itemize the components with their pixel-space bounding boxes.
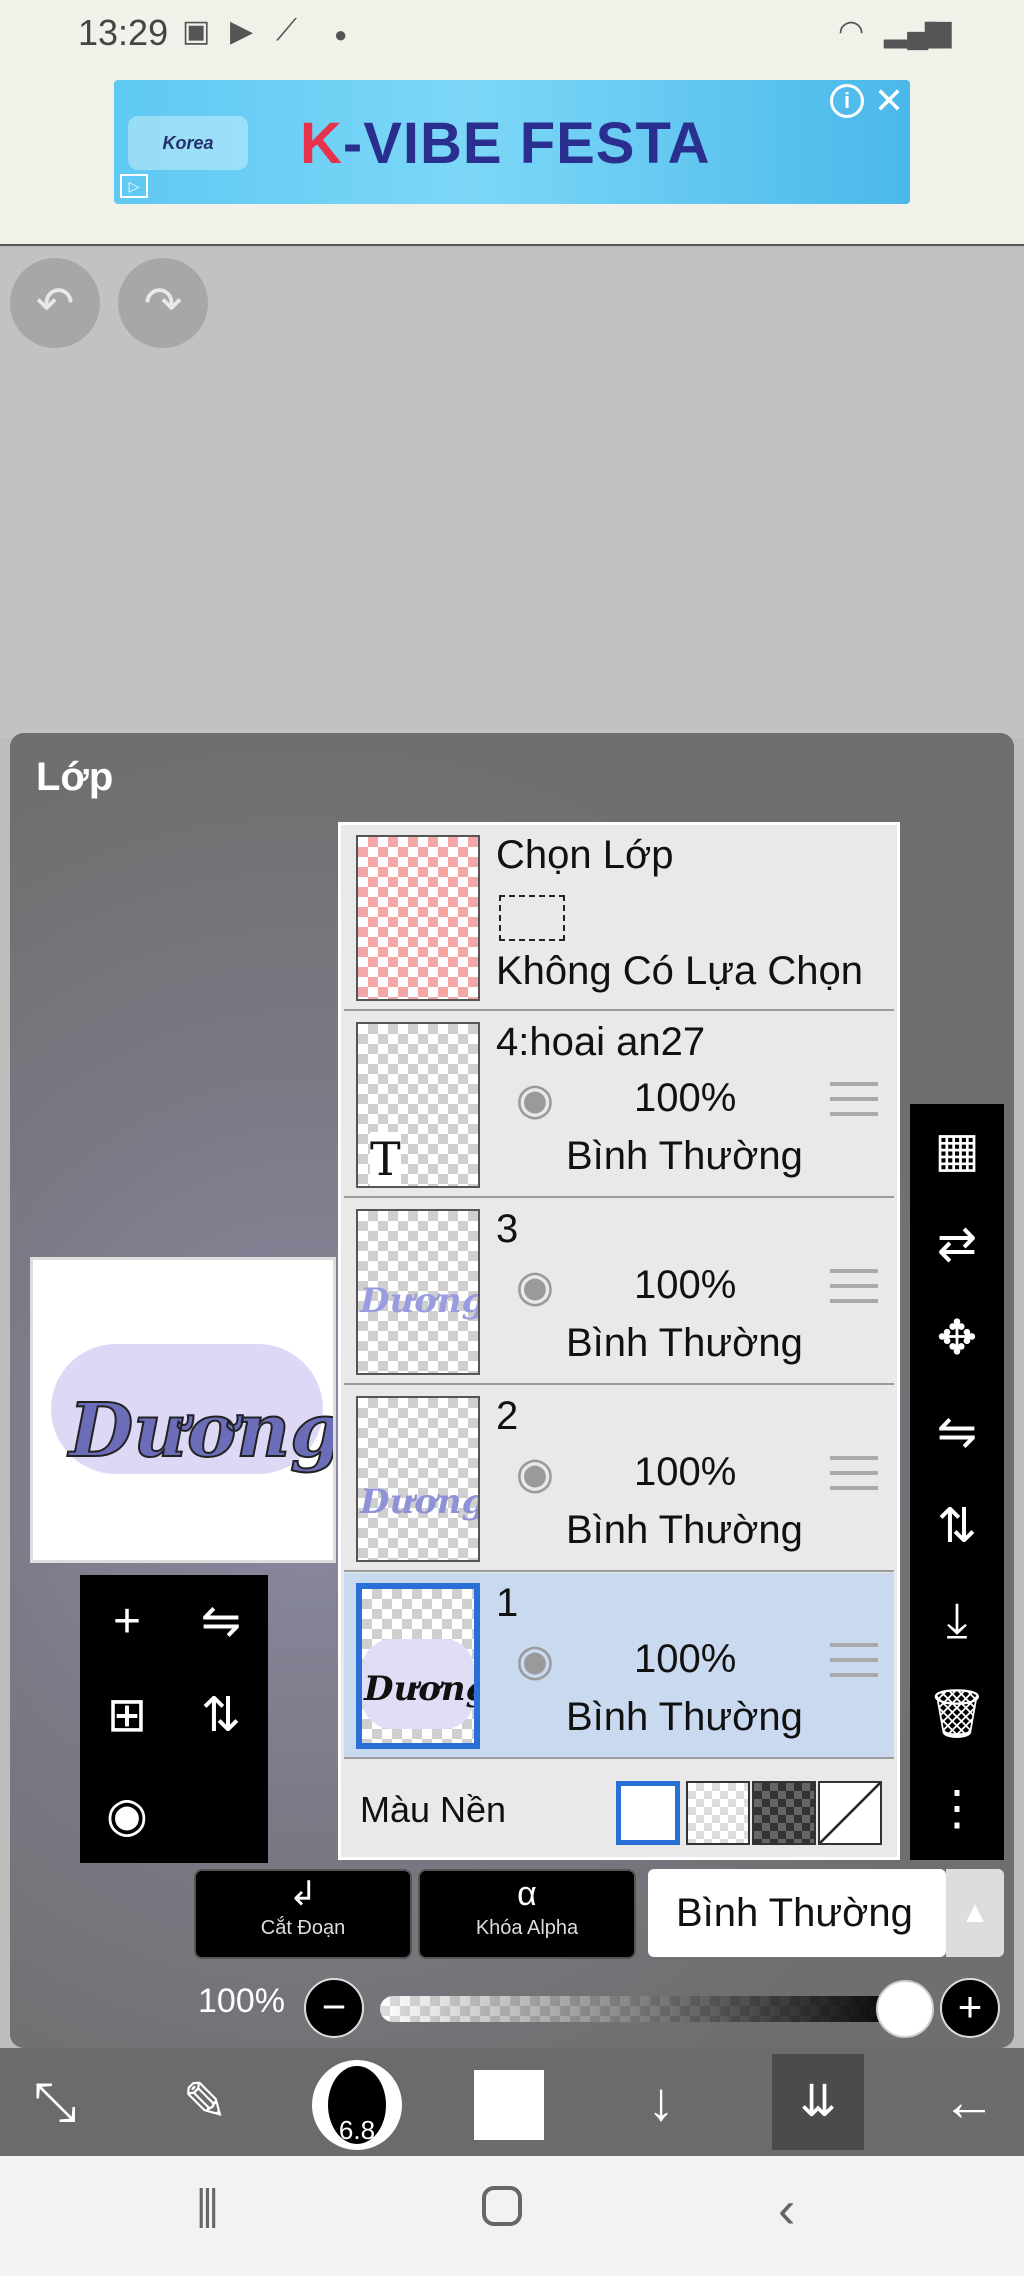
layer-thumbnail: Dương xyxy=(356,1583,480,1749)
undo-button[interactable]: ↶ xyxy=(10,258,100,348)
layer-opacity: 100% xyxy=(634,1637,737,1681)
layer-name: 3 xyxy=(496,1207,519,1251)
home-icon[interactable] xyxy=(482,2186,522,2226)
ad-logo: Korea xyxy=(128,116,248,170)
layer-thumbnail: T xyxy=(356,1022,480,1188)
play-store-icon: ▶ xyxy=(230,15,254,48)
alpha-lock-button[interactable]: α Khóa Alpha xyxy=(418,1869,636,1959)
ad-banner[interactable]: Korea K-VIBE FESTA i ✕ ▷ xyxy=(114,80,910,204)
arrow-down-icon[interactable]: ↓ xyxy=(606,2048,716,2156)
layer-thumbnail: Dương xyxy=(356,1396,480,1562)
drag-handle-icon[interactable] xyxy=(830,1269,878,1303)
blend-mode-select[interactable]: Bình Thường xyxy=(648,1869,946,1957)
color-swatch-button[interactable] xyxy=(474,2070,544,2140)
merge-down-icon[interactable]: ⤓ xyxy=(910,1574,1004,1668)
layer-name: 1 xyxy=(496,1581,519,1625)
drag-handle-icon[interactable] xyxy=(830,1643,878,1677)
layer-tool-box: + ⇋ ⊞ ⇅ ◉ xyxy=(80,1575,268,1863)
selection-layer-thumbnail xyxy=(356,835,480,1001)
layer-blend-mode: Bình Thường xyxy=(566,1321,803,1365)
wifi-icon: ◠ xyxy=(838,15,865,48)
nav-back-icon[interactable]: ‹ xyxy=(778,2180,795,2240)
eye-icon[interactable]: ◉ xyxy=(502,1265,568,1309)
transfer-icon[interactable]: ⇄ xyxy=(910,1198,1004,1292)
eye-icon[interactable]: ◉ xyxy=(502,1639,568,1683)
layer-row[interactable]: Dương 2 ◉ 100% Bình Thường xyxy=(344,1386,894,1572)
eye-icon[interactable]: ◉ xyxy=(502,1078,568,1122)
alpha-lock-icon: α xyxy=(517,1875,537,1913)
redo-button[interactable]: ↷ xyxy=(118,258,208,348)
panel-title: Lớp xyxy=(36,755,114,799)
more-icon[interactable]: ⋮ xyxy=(910,1762,1004,1856)
system-navigation-bar: ⦀ ‹ xyxy=(0,2156,1024,2276)
canvas-preview[interactable]: Dương xyxy=(30,1257,336,1563)
opacity-label: 100% xyxy=(198,1982,285,2020)
status-bar: 13:29 ▣ ▶ ⟋ ● ◠ ▂▄▆ ▮ Korea K-VIBE FESTA… xyxy=(0,0,1024,246)
layer-name: 4:hoai an27 xyxy=(496,1020,706,1064)
background-color-label: Màu Nền xyxy=(360,1789,507,1830)
transparency-icon[interactable]: ▦ xyxy=(910,1104,1004,1198)
bg-transparent-swatch[interactable] xyxy=(686,1781,750,1845)
opacity-decrease-button[interactable]: − xyxy=(304,1978,364,2038)
tool-switch-icon[interactable]: ⤡ xyxy=(0,2048,110,2156)
ad-title: K-VIBE FESTA xyxy=(300,111,711,176)
layer-blend-mode: Bình Thường xyxy=(566,1134,803,1178)
selection-status: Không Có Lựa Chọn xyxy=(496,949,864,993)
bottom-toolbar: ⤡ ✎ 6.8 ↓ ⇊ ← xyxy=(0,2048,1024,2156)
layers-toggle-icon[interactable]: ⇊ xyxy=(772,2054,864,2150)
bg-white-swatch[interactable] xyxy=(616,1781,680,1845)
layer-row-selected[interactable]: Dương 1 ◉ 100% Bình Thường xyxy=(344,1573,894,1759)
bg-dark-checker-swatch[interactable] xyxy=(752,1781,816,1845)
eye-icon[interactable]: ◉ xyxy=(502,1452,568,1496)
bg-none-swatch[interactable] xyxy=(818,1781,882,1845)
layer-opacity: 100% xyxy=(634,1076,737,1120)
clipping-button[interactable]: ↲ Cắt Đoạn xyxy=(194,1869,412,1959)
layer-row[interactable]: T 4:hoai an27 ◉ 100% Bình Thường xyxy=(344,1012,894,1198)
dot-icon: ● xyxy=(334,22,348,47)
layer-opacity: 100% xyxy=(634,1263,737,1307)
back-arrow-icon[interactable]: ← xyxy=(914,2048,1024,2156)
adchoices-icon[interactable]: ▷ xyxy=(120,174,148,198)
layer-blend-mode: Bình Thường xyxy=(566,1508,803,1552)
preview-word: Dương xyxy=(68,1387,336,1475)
flip-vertical-icon[interactable]: ⇅ xyxy=(174,1669,268,1763)
layer-row[interactable]: Dương 3 ◉ 100% Bình Thường xyxy=(344,1199,894,1385)
background-color-row: Màu Nền xyxy=(344,1765,894,1855)
move-icon[interactable]: ✥ xyxy=(910,1292,1004,1386)
add-layer-icon[interactable]: + xyxy=(80,1575,174,1669)
camera-icon[interactable]: ◉ xyxy=(80,1769,174,1863)
status-time: 13:29 xyxy=(78,12,169,53)
flip-horizontal-icon[interactable]: ⇋ xyxy=(910,1386,1004,1480)
drag-handle-icon[interactable] xyxy=(830,1082,878,1116)
layer-list: Chọn Lớp Không Có Lựa Chọn T 4:hoai an27… xyxy=(338,822,900,1860)
selection-layer-title: Chọn Lớp xyxy=(496,833,674,877)
clipping-icon: ↲ xyxy=(288,1875,318,1913)
opacity-increase-button[interactable]: + xyxy=(940,1978,1000,2038)
brush-icon[interactable]: ✎ xyxy=(150,2048,260,2156)
layer-actions-sidebar: ▦ ⇄ ✥ ⇋ ⇅ ⤓ 🗑 ⋮ xyxy=(910,1104,1004,1860)
signal-icon: ▂▄▆ xyxy=(884,15,952,48)
layer-thumbnail: Dương xyxy=(356,1209,480,1375)
drag-handle-icon[interactable] xyxy=(830,1456,878,1490)
opacity-slider[interactable] xyxy=(380,1996,912,2022)
selection-marquee-icon xyxy=(499,895,565,941)
ad-info-icon[interactable]: i xyxy=(830,84,864,118)
layer-name: 2 xyxy=(496,1394,519,1438)
trash-icon[interactable]: 🗑 xyxy=(910,1668,1004,1762)
layer-blend-mode: Bình Thường xyxy=(566,1695,803,1739)
duplicate-layer-icon[interactable]: ⊞ xyxy=(80,1669,174,1763)
ad-close-icon[interactable]: ✕ xyxy=(874,82,904,120)
layer-opacity: 100% xyxy=(634,1450,737,1494)
flip-vertical-icon[interactable]: ⇅ xyxy=(910,1480,1004,1574)
opacity-slider-knob[interactable] xyxy=(876,1980,934,2038)
brush-size-button[interactable]: 6.8 xyxy=(312,2060,402,2150)
flip-horizontal-icon[interactable]: ⇋ xyxy=(174,1575,268,1669)
magic-wand-icon: ⟋ xyxy=(276,14,297,47)
image-icon: ▣ xyxy=(182,15,211,48)
battery-icon: ▮ xyxy=(922,15,939,48)
selection-layer-row[interactable]: Chọn Lớp Không Có Lựa Chọn xyxy=(344,825,894,1011)
blend-mode-arrow-icon[interactable]: ▲ xyxy=(946,1869,1004,1957)
recent-apps-icon[interactable]: ⦀ xyxy=(196,2180,219,2241)
